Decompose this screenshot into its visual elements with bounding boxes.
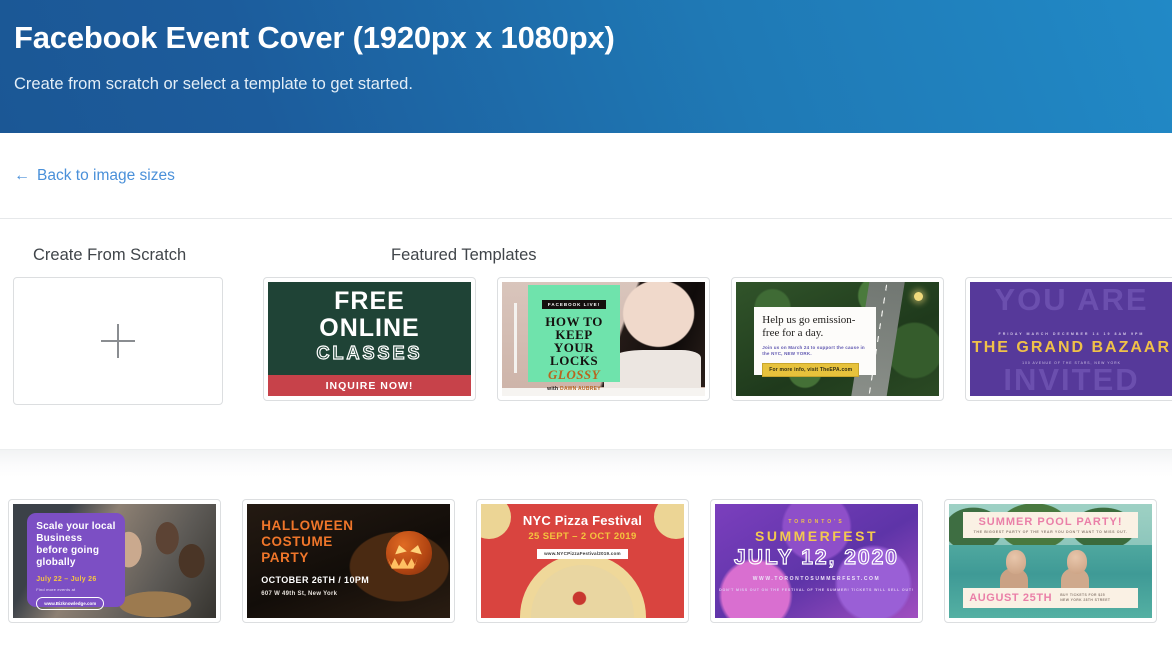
scale-url: www.Bizknowledge.com	[36, 597, 104, 610]
bazaar-ghost-top: YOU ARE	[970, 284, 1172, 315]
pizza-title: NYC Pizza Festival	[481, 513, 684, 528]
pizza-photo	[520, 554, 646, 618]
more-templates-section: Scale your local Business before going g…	[0, 477, 1172, 623]
template-thumbnail: SUMMER POOL PARTY! THE BIGGEST PARTY OF …	[949, 504, 1152, 618]
locks-host: DAWN AUBREY	[560, 386, 601, 392]
template-card-scale-business[interactable]: Scale your local Business before going g…	[8, 499, 221, 623]
template-card-summer-pool-party[interactable]: SUMMER POOL PARTY! THE BIGGEST PARTY OF …	[944, 499, 1157, 623]
halloween-title-1: HALLOWEEN	[261, 518, 353, 533]
template-thumbnail: Scale your local Business before going g…	[13, 504, 216, 618]
locks-when: march 3 | 8pm est	[532, 395, 615, 396]
pizza-url: www.NYCPizzaFestival2019.com	[537, 549, 628, 559]
pool-date: AUGUST 25TH	[969, 592, 1052, 604]
locks-badge: FACEBOOK LIVE!	[542, 300, 606, 309]
halloween-title-3: PARTY	[261, 550, 309, 565]
summerfest-pre: TORONTO'S	[715, 519, 918, 525]
template-thumbnail: YOU ARE INVITED FRIDAY MARCH DECEMBER 14…	[970, 282, 1172, 396]
pool-subtitle: THE BIGGEST PARTY OF THE YEAR YOU DON'T …	[968, 530, 1133, 534]
back-link-label: Back to image sizes	[37, 167, 175, 185]
template-thumbnail: NYC Pizza Festival 25 SEPT – 2 OCT 2019 …	[481, 504, 684, 618]
template-thumbnail: HALLOWEEN COSTUME PARTY OCTOBER 26TH / 1…	[247, 504, 450, 618]
decorative-bar	[514, 303, 517, 374]
section-headings: Create From Scratch Featured Templates	[0, 219, 1172, 277]
create-from-scratch-card[interactable]	[13, 277, 223, 405]
free-classes-line2: ONLINE	[268, 316, 471, 341]
pool-title: SUMMER POOL PARTY!	[968, 516, 1133, 528]
scale-headline: Scale your local Business before going g…	[36, 521, 115, 569]
sun-icon	[914, 292, 923, 301]
page-subtitle: Create from scratch or select a template…	[14, 72, 1172, 96]
template-row-1: FREE ONLINE CLASSES INQUIRE NOW!	[0, 277, 1172, 405]
template-card-free-online-classes[interactable]: FREE ONLINE CLASSES INQUIRE NOW!	[263, 277, 476, 401]
template-card-toronto-summerfest[interactable]: TORONTO'S SUMMERFEST JULY 12, 2020 WWW.T…	[710, 499, 923, 623]
template-card-halloween-costume-party[interactable]: HALLOWEEN COSTUME PARTY OCTOBER 26TH / 1…	[242, 499, 455, 623]
template-card-glossy-locks[interactable]: FACEBOOK LIVE! HOW TO KEEP YOUR LOCKS GL…	[497, 277, 710, 401]
create-from-scratch-column	[8, 277, 242, 405]
locks-title-4: LOCKS	[550, 353, 598, 368]
featured-templates-heading: Featured Templates	[234, 246, 1172, 277]
locks-title-5: GLOSSY	[532, 368, 615, 381]
plus-icon	[101, 324, 135, 358]
left-arrow-icon: ←	[14, 168, 30, 184]
bazaar-post: 100 AVENUE OF THE STARS, NEW YORK	[970, 361, 1172, 365]
featured-section: Create From Scratch Featured Templates F…	[0, 219, 1172, 449]
locks-host-prefix: with	[547, 386, 560, 392]
template-card-grand-bazaar[interactable]: YOU ARE INVITED FRIDAY MARCH DECEMBER 14…	[965, 277, 1172, 401]
template-thumbnail: TORONTO'S SUMMERFEST JULY 12, 2020 WWW.T…	[715, 504, 918, 618]
bazaar-ghost-bottom: INVITED	[970, 364, 1172, 395]
scale-dates: July 22 – July 26	[36, 576, 115, 583]
back-to-image-sizes-link[interactable]: ← Back to image sizes	[14, 167, 175, 185]
template-thumbnail: Help us go emission-free for a day. Join…	[736, 282, 939, 396]
bazaar-name: THE GRAND BAZAAR	[970, 339, 1172, 357]
back-navigation-bar: ← Back to image sizes	[0, 133, 1172, 219]
summerfest-url: WWW.TORONTOSUMMERFEST.COM	[715, 576, 918, 582]
free-classes-line3: CLASSES	[268, 344, 471, 362]
template-row-2: Scale your local Business before going g…	[0, 499, 1172, 623]
halloween-address: 607 W 49th St, New York	[261, 591, 369, 597]
template-card-nyc-pizza-festival[interactable]: NYC Pizza Festival 25 SEPT – 2 OCT 2019 …	[476, 499, 689, 623]
template-card-emission-free[interactable]: Help us go emission-free for a day. Join…	[731, 277, 944, 401]
section-divider	[0, 449, 1172, 477]
summerfest-note: DON'T MISS OUT ON THE FESTIVAL OF THE SU…	[715, 587, 918, 593]
create-from-scratch-heading: Create From Scratch	[0, 246, 234, 277]
template-thumbnail: FACEBOOK LIVE! HOW TO KEEP YOUR LOCKS GL…	[502, 282, 705, 396]
template-thumbnail: FREE ONLINE CLASSES INQUIRE NOW!	[268, 282, 471, 396]
pizza-dates: 25 SEPT – 2 OCT 2019	[481, 531, 684, 542]
free-classes-cta: INQUIRE NOW!	[268, 375, 471, 396]
epa-headline: Help us go emission-free for a day.	[762, 314, 868, 340]
featured-templates-row-1: FREE ONLINE CLASSES INQUIRE NOW!	[263, 277, 1172, 405]
epa-body: Join us on March 24 to support the cause…	[762, 345, 868, 357]
summerfest-title: SUMMERFEST	[715, 528, 918, 544]
free-classes-line1: FREE	[268, 289, 471, 314]
summerfest-date: JULY 12, 2020	[715, 546, 918, 570]
halloween-when: OCTOBER 26TH / 10PM	[261, 575, 369, 585]
swimmer-head-right	[1067, 550, 1087, 574]
bazaar-pre: FRIDAY MARCH DECEMBER 14 19 8AM 9PM	[970, 332, 1172, 336]
page-header: Facebook Event Cover (1920px x 1080px) C…	[0, 0, 1172, 133]
halloween-title-2: COSTUME	[261, 534, 333, 549]
epa-button: For more info, visit TheEPA.com	[762, 363, 859, 377]
swimmer-head-left	[1006, 550, 1026, 574]
pool-info-2: NEW YORK 28TH STREET	[1060, 598, 1110, 603]
page-title: Facebook Event Cover (1920px x 1080px)	[14, 18, 1172, 58]
scale-find: Find more events at	[36, 587, 115, 592]
jack-o-lantern-icon	[386, 531, 432, 575]
